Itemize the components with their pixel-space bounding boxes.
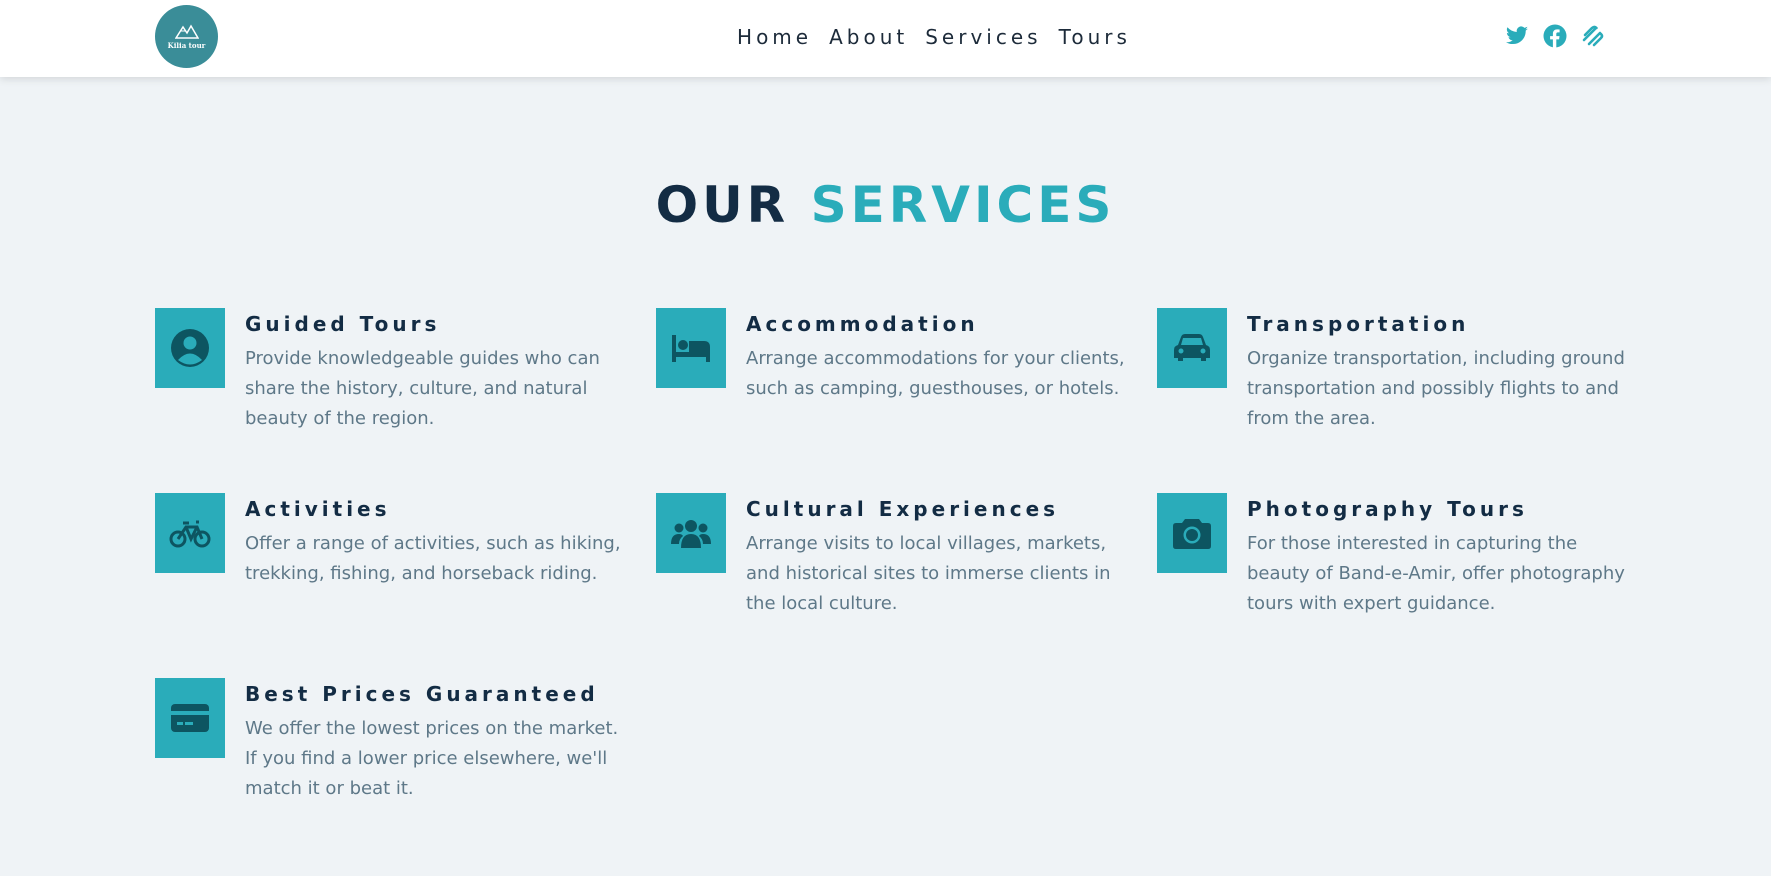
nav-tours[interactable]: Tours <box>1059 25 1131 49</box>
service-cultural-experiences: Cultural Experiences Arrange visits to l… <box>656 493 1111 633</box>
section-title-part1: OUR <box>655 176 790 234</box>
service-icon-box <box>1157 308 1227 388</box>
service-title: Transportation <box>1247 312 1470 336</box>
service-best-prices: Best Prices Guaranteed We offer the lowe… <box>155 678 618 818</box>
site-header: Kilia tour Home About Services Tours <box>0 0 1771 77</box>
service-description: Organize transportation, including groun… <box>1247 348 1625 429</box>
service-description: Arrange visits to local villages, market… <box>746 533 1111 614</box>
user-circle-icon <box>171 329 209 367</box>
bicycle-icon <box>169 520 211 548</box>
service-description: Offer a range of activities, such as hik… <box>245 533 621 584</box>
section-title-part2: SERVICES <box>810 176 1116 234</box>
service-accommodation: Accommodation Arrange accommodations for… <box>656 308 1125 448</box>
service-icon-box <box>155 308 225 388</box>
service-description: Arrange accommodations for your clients,… <box>746 348 1125 399</box>
service-title: Accommodation <box>746 312 979 336</box>
service-title: Activities <box>245 497 391 521</box>
nav-about[interactable]: About <box>829 25 908 49</box>
service-icon-box <box>656 308 726 388</box>
bed-icon <box>672 335 710 362</box>
service-icon-box <box>1157 493 1227 573</box>
people-group-icon <box>671 520 711 548</box>
car-icon <box>1174 334 1210 361</box>
section-title: OUR SERVICES <box>0 176 1771 234</box>
camera-icon <box>1173 519 1211 549</box>
service-icon-box <box>155 493 225 573</box>
facebook-icon[interactable] <box>1543 24 1567 48</box>
service-title: Cultural Experiences <box>746 497 1060 521</box>
service-guided-tours: Guided Tours Provide knowledgeable guide… <box>155 308 600 448</box>
squarespace-icon[interactable] <box>1581 24 1605 48</box>
service-description: Provide knowledgeable guides who can sha… <box>245 348 600 429</box>
service-icon-box <box>656 493 726 573</box>
service-title: Guided Tours <box>245 312 441 336</box>
service-description: For those interested in capturing the be… <box>1247 533 1625 614</box>
service-icon-box <box>155 678 225 758</box>
service-photography-tours: Photography Tours For those interested i… <box>1157 493 1625 633</box>
nav-home[interactable]: Home <box>737 25 812 49</box>
credit-card-icon <box>171 704 209 732</box>
service-description: We offer the lowest prices on the market… <box>245 718 619 799</box>
twitter-icon[interactable] <box>1505 24 1529 48</box>
social-links <box>1505 24 1605 48</box>
service-title: Photography Tours <box>1247 497 1528 521</box>
service-transportation: Transportation Organize transportation, … <box>1157 308 1625 448</box>
service-title: Best Prices Guaranteed <box>245 682 599 706</box>
service-activities: Activities Offer a range of activities, … <box>155 493 621 633</box>
nav-services[interactable]: Services <box>925 25 1041 49</box>
